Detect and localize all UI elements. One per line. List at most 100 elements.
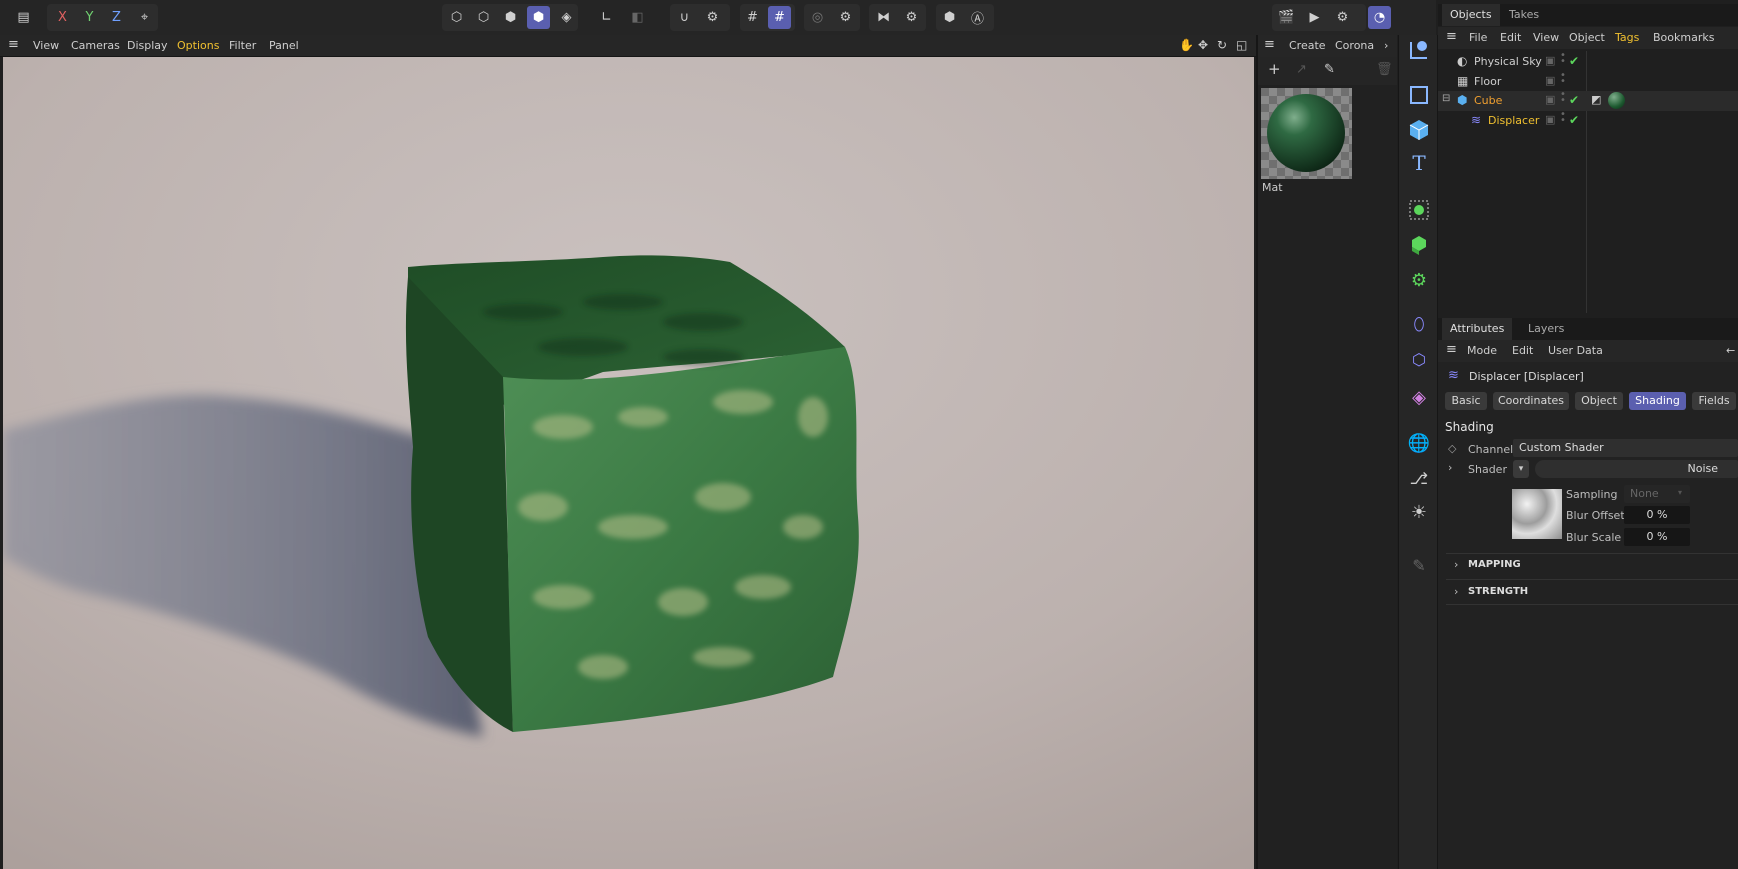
polygons-mode-icon[interactable]: ⬢ xyxy=(499,6,522,29)
object-name[interactable]: Physical Sky xyxy=(1474,55,1542,68)
generator-icon[interactable] xyxy=(1404,195,1434,225)
menu-cameras[interactable]: Cameras xyxy=(71,39,120,52)
menu-view[interactable]: View xyxy=(33,39,59,52)
move-camera-icon[interactable]: ✥ xyxy=(1198,38,1208,52)
light-icon[interactable]: ☀ xyxy=(1404,497,1434,527)
section-tab-coordinates[interactable]: Coordinates xyxy=(1493,392,1569,410)
menu-file[interactable]: File xyxy=(1469,31,1487,44)
move-tool-icon[interactable] xyxy=(1404,35,1434,65)
menu-filter[interactable]: Filter xyxy=(229,39,256,52)
viewport-solo-icon[interactable]: ⬢ xyxy=(938,6,961,29)
menu-bookmarks[interactable]: Bookmarks xyxy=(1653,31,1714,44)
object-row-physical-sky[interactable]: ◐ Physical Sky ▣ • • ✔ xyxy=(1438,51,1738,72)
apply-material-icon[interactable]: ↗ xyxy=(1296,62,1307,77)
noise-preview-thumbnail[interactable] xyxy=(1512,489,1562,539)
blur-scale-field[interactable]: 0 % xyxy=(1624,528,1690,546)
camera-icon[interactable]: ⎇ xyxy=(1404,463,1434,493)
attribute-hamburger-icon[interactable]: ≡ xyxy=(1446,342,1457,357)
symmetry-settings-icon[interactable]: ⚙ xyxy=(900,6,923,29)
corona-icon[interactable]: ◔ xyxy=(1368,6,1391,29)
menu-panel[interactable]: Panel xyxy=(269,39,299,52)
group-strength[interactable]: › STRENGTH xyxy=(1454,585,1734,601)
points-mode-icon[interactable]: ⬡ xyxy=(445,6,468,29)
object-name[interactable]: Floor xyxy=(1474,75,1501,88)
y-axis-button[interactable]: Y xyxy=(78,6,101,29)
edit-toggle-icon[interactable]: ▣ xyxy=(1545,93,1555,106)
section-tab-basic[interactable]: Basic xyxy=(1445,392,1487,410)
axis-mode-icon[interactable]: ∟ xyxy=(595,6,618,29)
spline-icon[interactable] xyxy=(1404,80,1434,110)
cloner-icon[interactable] xyxy=(1404,230,1434,260)
visibility-dots-icon[interactable]: • • xyxy=(1560,90,1566,106)
tab-attributes[interactable]: Attributes xyxy=(1442,318,1513,340)
soft-selection-icon[interactable]: ◎ xyxy=(806,6,829,29)
sketch-tool-icon[interactable]: ✎ xyxy=(1404,550,1434,580)
keyframe-diamond-icon[interactable]: ◇ xyxy=(1448,442,1456,455)
menu-tags[interactable]: Tags xyxy=(1615,31,1639,44)
model-mode-icon[interactable]: ⬢ xyxy=(527,6,550,29)
material-hamburger-icon[interactable]: ≡ xyxy=(1264,37,1275,52)
delete-material-icon[interactable]: 🗑 xyxy=(1376,62,1393,77)
add-material-icon[interactable]: + xyxy=(1268,60,1281,78)
viewport[interactable] xyxy=(3,57,1254,869)
field-icon[interactable]: ⬡ xyxy=(1404,344,1434,374)
object-hamburger-icon[interactable]: ≡ xyxy=(1446,29,1457,44)
symmetry-icon[interactable]: ⧓ xyxy=(872,6,895,29)
blur-offset-field[interactable]: 0 % xyxy=(1624,506,1690,524)
more-chevron-icon[interactable]: › xyxy=(1384,39,1388,52)
menu-object[interactable]: Object xyxy=(1569,31,1605,44)
section-tab-fields[interactable]: Fields xyxy=(1692,392,1736,410)
visibility-dots-icon[interactable]: • • xyxy=(1560,51,1566,67)
menu-display[interactable]: Display xyxy=(127,39,168,52)
expand-chevron-icon[interactable]: › xyxy=(1448,461,1452,474)
render-view-icon[interactable]: 🎬 xyxy=(1275,6,1298,29)
edit-toggle-icon[interactable]: ▣ xyxy=(1545,54,1555,67)
object-name[interactable]: Cube xyxy=(1474,94,1502,107)
menu-options[interactable]: Options xyxy=(177,39,219,52)
edges-mode-icon[interactable]: ⬡ xyxy=(472,6,495,29)
shader-slot[interactable]: Noise xyxy=(1535,460,1738,478)
eyedropper-icon[interactable]: ✎ xyxy=(1324,62,1335,77)
back-arrow-icon[interactable]: ← xyxy=(1726,344,1735,357)
object-row-cube[interactable]: ⊟ ⬢ Cube ▣ • • ✔ ◩ xyxy=(1438,90,1738,111)
menu-edit[interactable]: Edit xyxy=(1500,31,1521,44)
visibility-dots-icon[interactable]: • • xyxy=(1560,110,1566,126)
effector-icon[interactable]: ⚙ xyxy=(1404,265,1434,295)
grid-icon[interactable]: # xyxy=(741,6,764,29)
menu-mode[interactable]: Mode xyxy=(1467,344,1497,357)
material-name[interactable]: Mat xyxy=(1262,181,1283,194)
rotate-camera-icon[interactable]: ↻ xyxy=(1217,38,1227,52)
scene-globe-icon[interactable]: 🌐 xyxy=(1404,428,1434,458)
enabled-check-icon[interactable]: ✔ xyxy=(1569,54,1579,68)
deformer-icon[interactable]: ⬯ xyxy=(1404,309,1434,339)
tab-takes[interactable]: Takes xyxy=(1501,4,1547,26)
snap-settings-icon[interactable]: ⚙ xyxy=(701,6,724,29)
pan-icon[interactable]: ✋ xyxy=(1179,38,1194,52)
menu-create[interactable]: Create xyxy=(1289,39,1326,52)
menu-user-data[interactable]: User Data xyxy=(1548,344,1603,357)
coordinate-system-icon[interactable]: ⌖ xyxy=(133,6,156,29)
phong-tag-icon[interactable]: ◩ xyxy=(1591,93,1601,106)
automatic-icon[interactable]: Ⓐ xyxy=(966,6,989,29)
section-tab-shading[interactable]: Shading xyxy=(1629,392,1686,410)
file-menu-icon[interactable]: ▤ xyxy=(12,6,35,29)
edit-toggle-icon[interactable]: ▣ xyxy=(1545,74,1555,87)
object-row-floor[interactable]: ▦ Floor ▣ • • xyxy=(1438,71,1738,92)
group-mapping[interactable]: › MAPPING xyxy=(1454,558,1734,574)
hamburger-icon[interactable]: ≡ xyxy=(8,37,19,52)
enabled-check-icon[interactable]: ✔ xyxy=(1569,93,1579,107)
edit-toggle-icon[interactable]: ▣ xyxy=(1545,113,1555,126)
selection-settings-icon[interactable]: ⚙ xyxy=(834,6,857,29)
magnet-snap-icon[interactable]: ∪ xyxy=(673,6,696,29)
object-name[interactable]: Displacer xyxy=(1488,114,1539,127)
menu-view-obj[interactable]: View xyxy=(1533,31,1559,44)
uv-mode-icon[interactable]: ◈ xyxy=(555,6,578,29)
tab-objects[interactable]: Objects xyxy=(1442,4,1500,26)
render-to-picture-viewer-icon[interactable]: ▶ xyxy=(1303,6,1326,29)
object-row-displacer[interactable]: ≋ Displacer ▣ • • ✔ xyxy=(1438,110,1738,131)
menu-edit-attr[interactable]: Edit xyxy=(1512,344,1533,357)
render-settings-icon[interactable]: ⚙ xyxy=(1331,6,1354,29)
text-tool-icon[interactable]: T xyxy=(1404,148,1434,178)
tab-layers[interactable]: Layers xyxy=(1520,318,1572,340)
cube-primitive-icon[interactable] xyxy=(1404,115,1434,145)
